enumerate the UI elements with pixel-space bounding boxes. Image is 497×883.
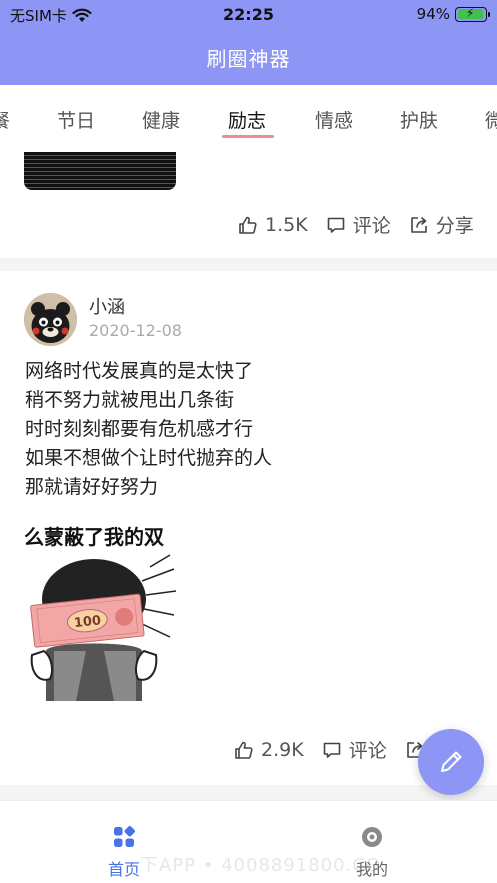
share-button[interactable]: 分享 bbox=[409, 211, 474, 238]
like-button[interactable]: 2.9K bbox=[234, 739, 304, 761]
comment-button[interactable]: 评论 bbox=[326, 211, 391, 238]
pencil-icon bbox=[441, 751, 462, 772]
battery-percent: 94% bbox=[416, 5, 450, 23]
post-image[interactable] bbox=[24, 152, 176, 190]
nav-profile-label: 我的 bbox=[355, 860, 388, 879]
comment-icon bbox=[323, 742, 340, 758]
tab-inspiration[interactable]: 励志 bbox=[228, 106, 266, 133]
category-tabs: 餐 节日 健康 励志 情感 护肤 微 bbox=[0, 85, 497, 145]
active-tab-indicator bbox=[222, 135, 274, 138]
tab-micro[interactable]: 微 bbox=[485, 106, 497, 133]
comment-label: 评论 bbox=[348, 740, 387, 762]
post-line: 那就请好好努力 bbox=[25, 476, 159, 498]
tab-emotion[interactable]: 情感 bbox=[315, 106, 353, 133]
tab-skincare[interactable]: 护肤 bbox=[400, 106, 438, 133]
thumbs-up-icon bbox=[235, 741, 253, 759]
bear-avatar-icon bbox=[24, 293, 77, 346]
post-date: 2020-12-08 bbox=[89, 321, 182, 340]
tab-festival[interactable]: 节日 bbox=[57, 106, 95, 133]
home-grid-icon bbox=[114, 826, 135, 847]
profile-ring-icon bbox=[362, 827, 382, 847]
comment-icon bbox=[327, 217, 344, 233]
avatar[interactable] bbox=[24, 293, 77, 346]
like-button[interactable]: 1.5K bbox=[238, 214, 308, 236]
banknote-value: 100 bbox=[73, 613, 102, 631]
post-feed[interactable]: 1.5K 评论 分享 小涵 2020-12-08 网络时代发展真的是太快了 稍不… bbox=[0, 145, 497, 800]
nav-home[interactable]: 首页 bbox=[84, 826, 164, 880]
post-card: 小涵 2020-12-08 网络时代发展真的是太快了 稍不努力就被甩出几条街 时… bbox=[0, 271, 497, 785]
tab-meal[interactable]: 餐 bbox=[0, 106, 10, 133]
post-actions: 2.9K 评论 bbox=[234, 736, 425, 763]
like-count: 2.9K bbox=[261, 738, 304, 761]
post-image[interactable]: 么蒙蔽了我的双 100 bbox=[24, 521, 176, 711]
post-card: 1.5K 评论 分享 bbox=[0, 145, 497, 258]
status-bar: 无SIM卡 22:25 94% ⚡ bbox=[0, 0, 497, 30]
share-label: 分享 bbox=[435, 215, 474, 237]
post-line: 时时刻刻都要有危机感才行 bbox=[25, 418, 254, 440]
thumbs-up-icon bbox=[239, 216, 257, 234]
nav-home-label: 首页 bbox=[107, 860, 140, 879]
post-line: 如果不想做个让时代抛弃的人 bbox=[25, 447, 273, 469]
battery-icon: ⚡ bbox=[455, 5, 490, 22]
comment-button[interactable]: 评论 bbox=[322, 736, 387, 763]
post-line: 网络时代发展真的是太快了 bbox=[25, 360, 254, 382]
app-header: 无SIM卡 22:25 94% ⚡ 刷圈神器 bbox=[0, 0, 497, 85]
status-right: 94% ⚡ bbox=[416, 5, 490, 23]
compose-post-button[interactable] bbox=[418, 729, 484, 795]
comment-label: 评论 bbox=[352, 215, 391, 237]
share-icon bbox=[410, 216, 427, 233]
post-line: 稍不努力就被甩出几条街 bbox=[25, 389, 235, 411]
post-actions: 1.5K 评论 分享 bbox=[238, 211, 474, 238]
charging-bolt-icon: ⚡ bbox=[466, 5, 475, 20]
page-title: 刷圈神器 bbox=[206, 47, 291, 71]
author-name[interactable]: 小涵 bbox=[89, 293, 125, 319]
meme-cartoon-illustration: 100 bbox=[30, 554, 176, 701]
like-count: 1.5K bbox=[265, 213, 308, 236]
tab-health[interactable]: 健康 bbox=[142, 106, 180, 133]
nav-profile[interactable]: 我的 bbox=[332, 826, 412, 880]
post-content: 网络时代发展真的是太快了 稍不努力就被甩出几条街 时时刻刻都要有危机感才行 如果… bbox=[25, 357, 465, 502]
meme-caption: 么蒙蔽了我的双 bbox=[24, 525, 164, 549]
